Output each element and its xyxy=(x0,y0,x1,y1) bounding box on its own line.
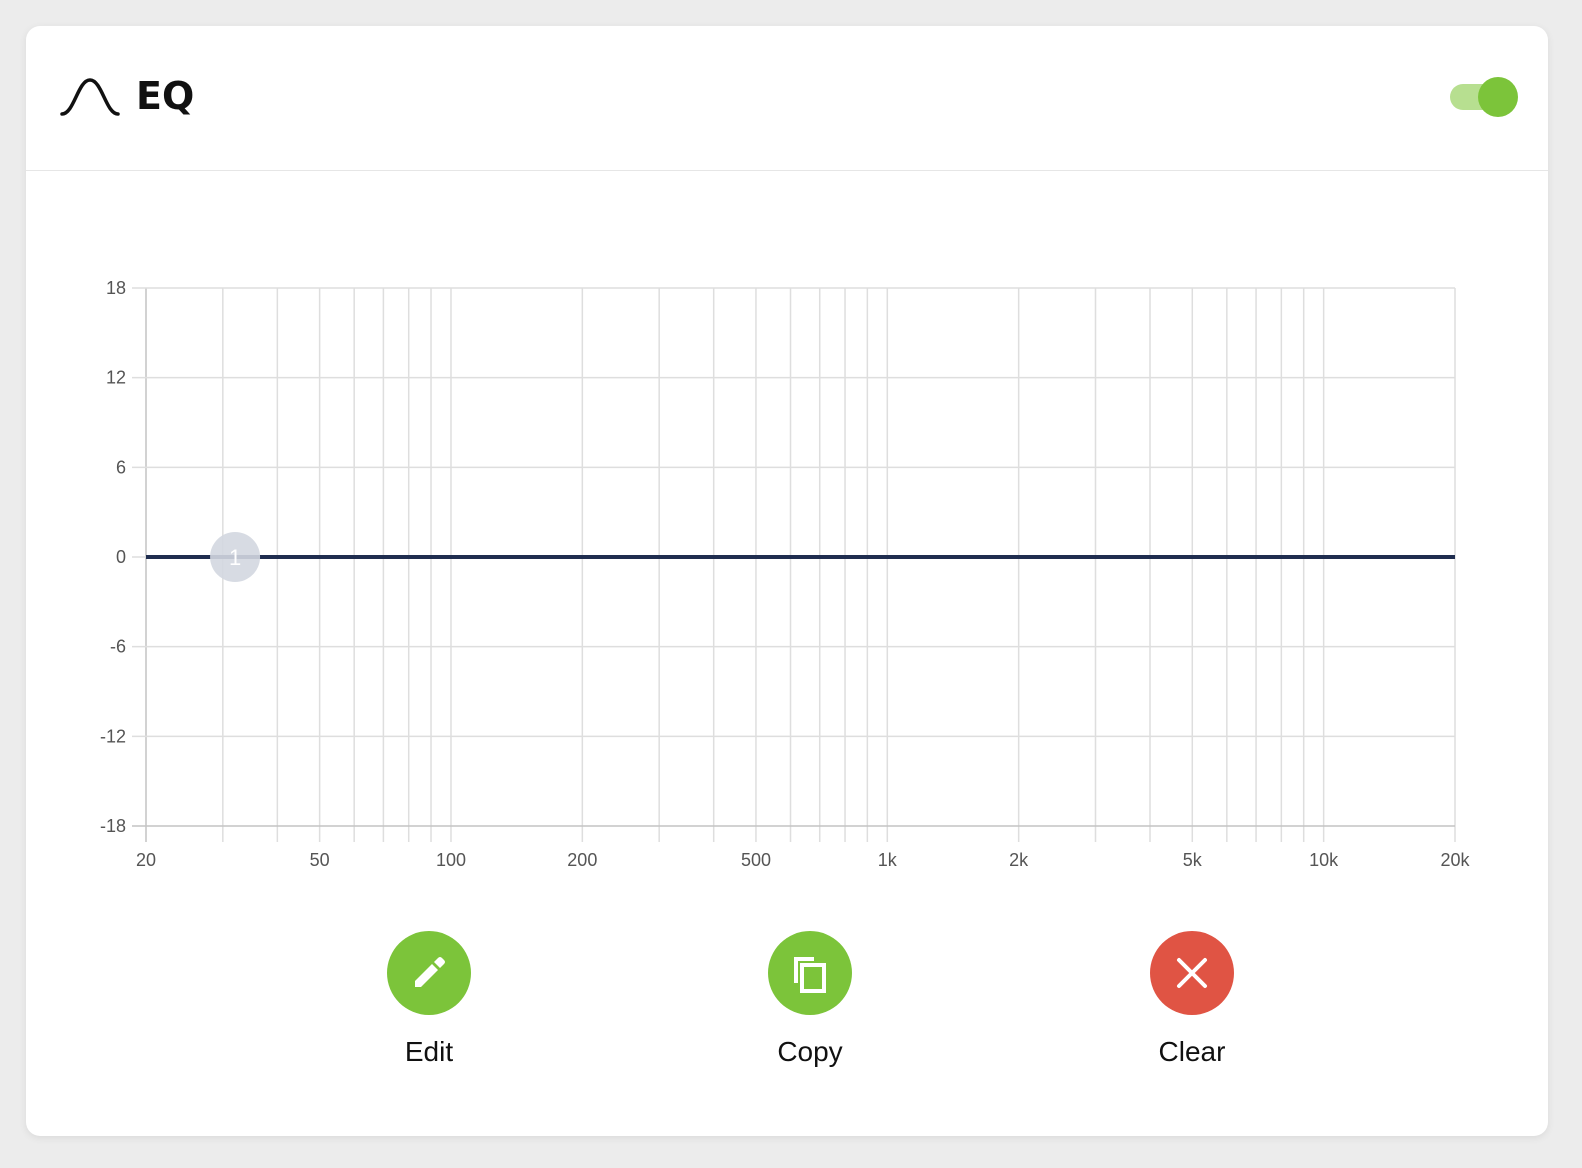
clear-button[interactable]: Clear xyxy=(1122,931,1262,1069)
pencil-icon xyxy=(415,957,445,987)
x-tick-label: 2k xyxy=(1009,850,1029,870)
bell-curve-icon xyxy=(60,78,120,116)
edit-button-circle xyxy=(387,931,471,1015)
x-tick-label: 200 xyxy=(567,850,597,870)
y-tick-label: 12 xyxy=(106,368,126,388)
copy-label: Copy xyxy=(777,1036,843,1067)
eq-enable-toggle[interactable] xyxy=(1448,76,1518,117)
toggle-knob xyxy=(1478,77,1518,117)
close-icon xyxy=(1177,958,1207,988)
eq-response-chart[interactable]: 18 12 6 0 -6 -12 -18 20 50 100 200 500 1k 2k 5k 10k 20k 1 xyxy=(26,226,1548,926)
x-tick-label: 5k xyxy=(1183,850,1203,870)
y-tick-label: 6 xyxy=(116,457,126,477)
x-tick-label: 10k xyxy=(1309,850,1339,870)
x-tick-label: 100 xyxy=(436,850,466,870)
copy-button-circle xyxy=(768,931,852,1015)
y-tick-label: -12 xyxy=(100,726,126,746)
y-tick-label: 18 xyxy=(106,278,126,298)
clear-button-circle xyxy=(1150,931,1234,1015)
panel-title: EQ xyxy=(136,74,195,118)
x-tick-label: 20k xyxy=(1440,850,1470,870)
y-tick-label: -18 xyxy=(100,816,126,836)
panel-header: EQ xyxy=(26,26,1548,171)
eq-panel: EQ 18 12 6 0 -6 -12 -18 20 50 100 200 500 1k 2k 5k 10k 2… xyxy=(26,26,1548,1136)
x-tick-label: 1k xyxy=(878,850,898,870)
action-bar: Edit Copy Clear xyxy=(26,931,1548,1081)
edit-button[interactable]: Edit xyxy=(359,931,499,1069)
y-tick-label: 0 xyxy=(116,547,126,567)
y-tick-label: -6 xyxy=(110,637,126,657)
clear-label: Clear xyxy=(1158,1036,1226,1067)
x-tick-label: 50 xyxy=(310,850,330,870)
band-marker-label: 1 xyxy=(229,545,241,570)
copy-button[interactable]: Copy xyxy=(740,931,880,1069)
x-tick-label: 500 xyxy=(741,850,771,870)
edit-label: Edit xyxy=(404,1036,454,1067)
copy-icon xyxy=(794,957,826,993)
x-tick-label: 20 xyxy=(136,850,156,870)
